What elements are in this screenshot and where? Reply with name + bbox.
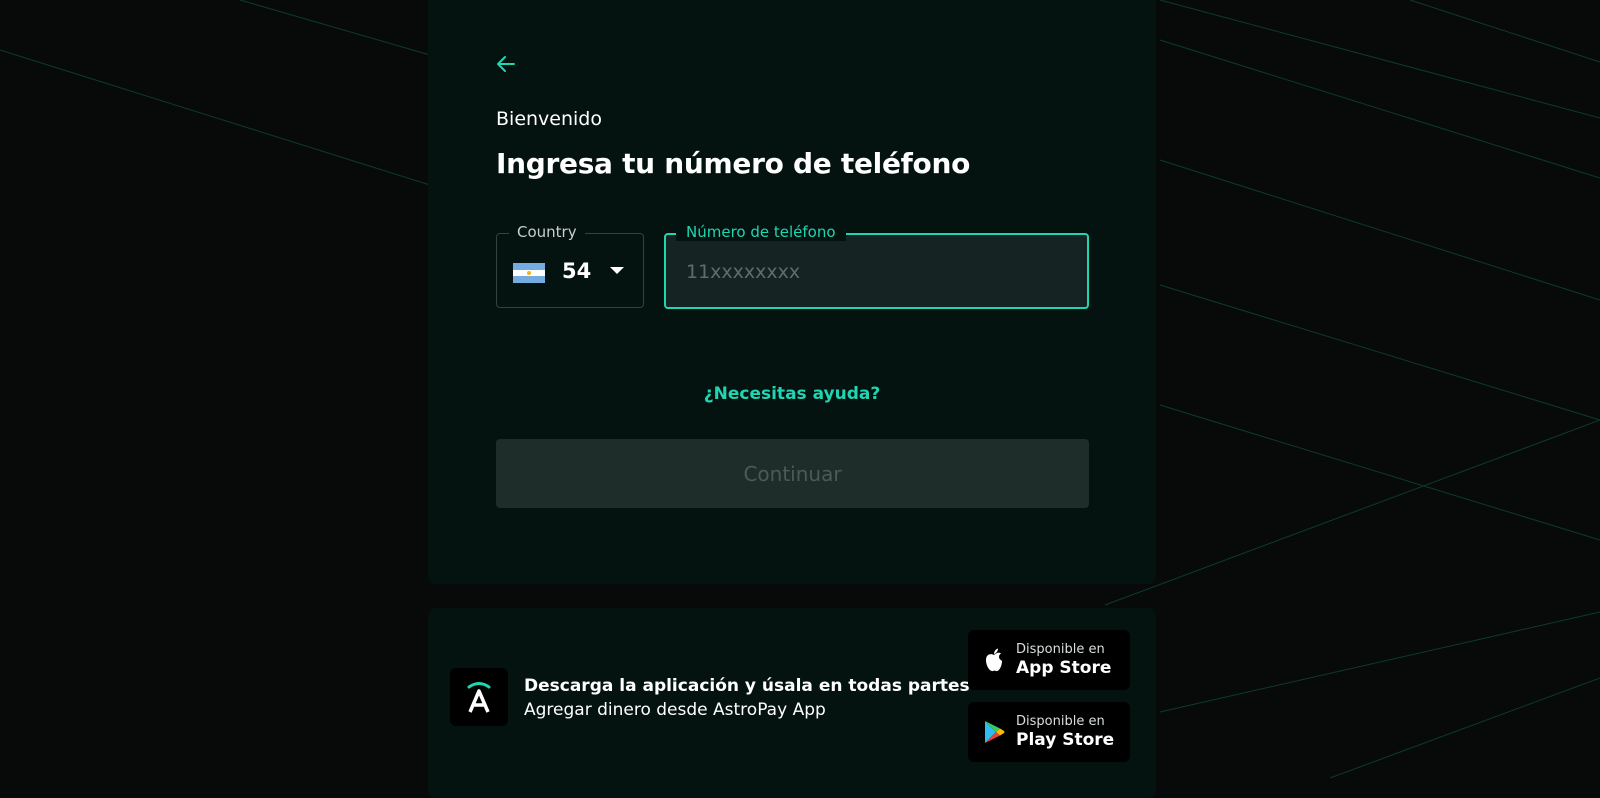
country-selector[interactable]: Country 54 (496, 223, 644, 308)
phone-field: Número de teléfono (664, 223, 1089, 309)
google-play-icon (985, 721, 1005, 743)
help-link[interactable]: ¿Necesitas ayuda? (428, 384, 1156, 404)
continue-button[interactable]: Continuar (496, 439, 1089, 508)
back-button[interactable] (494, 52, 518, 76)
app-store-button[interactable]: Disponible en App Store (968, 630, 1130, 690)
promo-subtitle: Agregar dinero desde AstroPay App (524, 700, 826, 720)
login-card: Bienvenido Ingresa tu número de teléfono… (428, 0, 1156, 584)
store-name: Play Store (1016, 730, 1115, 750)
store-small-text: Disponible en (1016, 714, 1105, 729)
app-promo-card: Descarga la aplicación y úsala en todas … (428, 608, 1156, 798)
country-label: Country (509, 223, 585, 241)
astropay-logo-icon (450, 668, 508, 726)
country-code: 54 (562, 259, 592, 283)
welcome-text: Bienvenido (496, 108, 602, 130)
store-name: App Store (1016, 658, 1112, 678)
arrow-left-icon (497, 56, 515, 72)
phone-label: Número de teléfono (676, 223, 846, 241)
apple-icon (986, 648, 1002, 672)
phone-input[interactable] (684, 255, 1068, 289)
play-store-button[interactable]: Disponible en Play Store (968, 702, 1130, 762)
store-small-text: Disponible en (1016, 642, 1105, 657)
page-title: Ingresa tu número de teléfono (496, 147, 971, 180)
argentina-flag-icon (513, 263, 545, 283)
promo-title: Descarga la aplicación y úsala en todas … (524, 676, 970, 696)
caret-down-icon (610, 267, 624, 274)
